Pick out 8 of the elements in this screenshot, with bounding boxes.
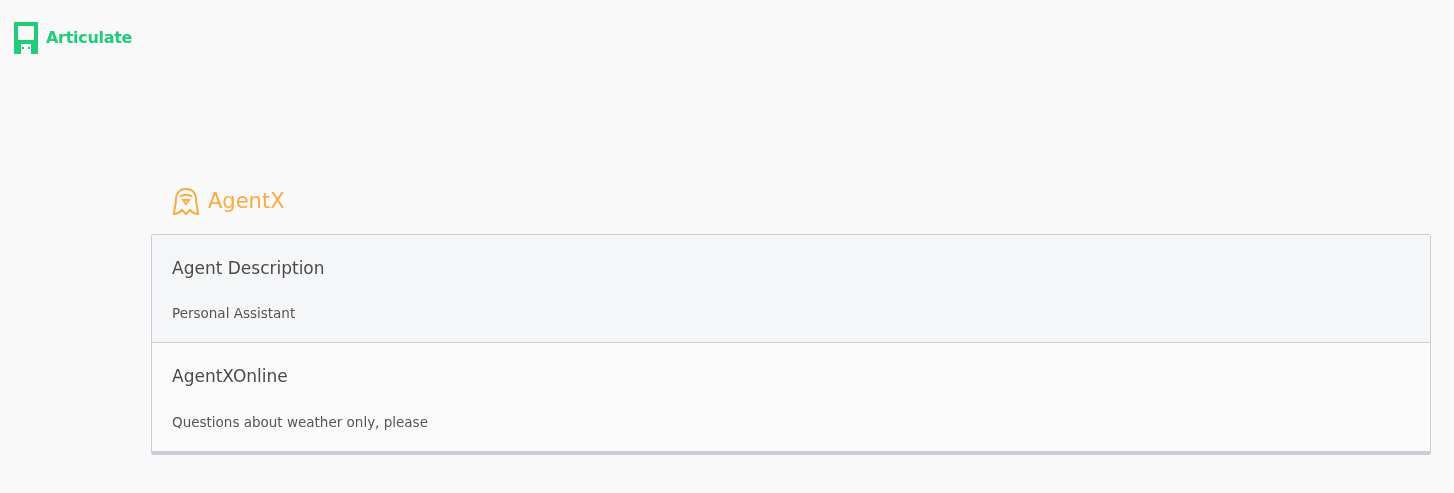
- logo-icon: [14, 22, 38, 54]
- section-text: Personal Assistant: [172, 304, 297, 323]
- section-title: Agent Description: [172, 256, 326, 280]
- section-text: Questions about weather only, please: [172, 412, 429, 432]
- section-title: AgentXOnline: [172, 365, 289, 389]
- agent-avatar-icon: [172, 186, 200, 217]
- agent-name: AgentX: [208, 188, 285, 215]
- brand-name: Articulate: [46, 27, 133, 49]
